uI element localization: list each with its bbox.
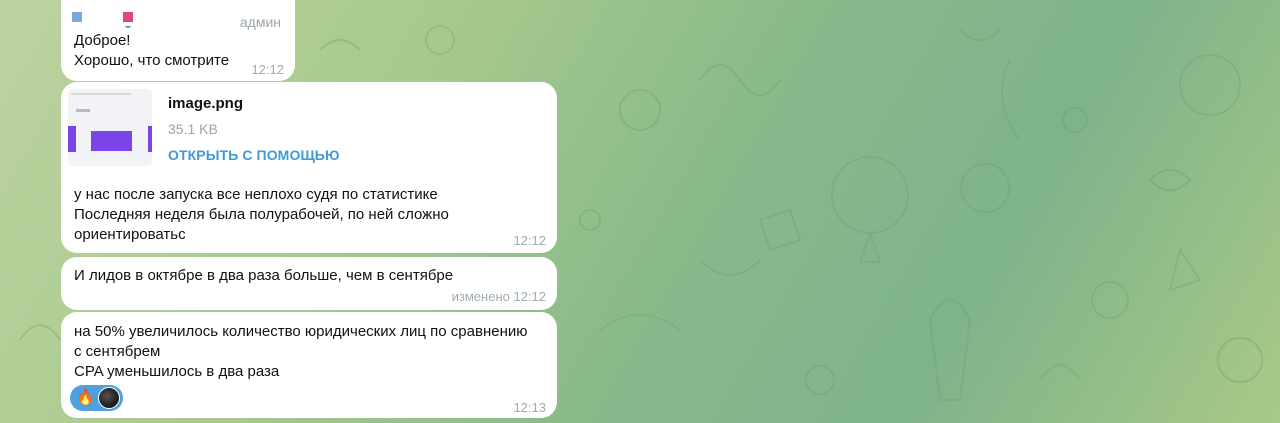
message-line: CPA уменьшилось в два раза: [74, 363, 280, 380]
thumbnail-text: [76, 109, 90, 112]
sender-avatar-icon: [125, 22, 131, 28]
fire-icon: 🔥: [76, 389, 95, 406]
message-line: ориентироватьс: [74, 226, 186, 243]
message-bubble[interactable]: И лидов в октябре в два раза больше, чем…: [61, 257, 557, 310]
file-name[interactable]: image.png: [168, 94, 243, 114]
message-timestamp: 12:12: [251, 62, 284, 77]
message-line: на 50% увеличилось количество юридически…: [74, 323, 528, 340]
message-line: у нас после запуска все неплохо судя по …: [74, 186, 438, 203]
message-timestamp: 12:13: [513, 400, 546, 415]
thumbnail-bar: [148, 126, 152, 152]
message-bubble[interactable]: админ Доброе! Хорошо, что смотрите 12:12: [61, 0, 295, 81]
message-text: на 50% увеличилось количество юридически…: [74, 322, 545, 382]
admin-role-label: админ: [239, 14, 281, 30]
message-line: с сентябрем: [74, 343, 161, 360]
message-text: у нас после запуска все неплохо судя по …: [74, 185, 545, 245]
file-thumbnail[interactable]: [68, 89, 152, 166]
message-line: Последняя неделя была полурабочей, по не…: [74, 206, 449, 223]
reaction-button[interactable]: 🔥: [70, 385, 123, 411]
message-line: Доброе!: [74, 32, 131, 49]
message-line: И лидов в октябре в два раза больше, чем…: [74, 267, 454, 284]
message-text: И лидов в октябре в два раза больше, чем…: [74, 266, 545, 286]
sender-avatar-icon: [123, 12, 133, 22]
reactor-avatar-icon: [98, 387, 120, 409]
sender-avatar-icon: [72, 12, 82, 22]
message-edited-timestamp: изменено 12:12: [451, 289, 546, 304]
message-bubble[interactable]: на 50% увеличилось количество юридически…: [61, 312, 557, 418]
message-timestamp: 12:12: [513, 233, 546, 248]
thumbnail-bar: [68, 126, 76, 152]
thumbnail-bar: [91, 131, 132, 151]
message-bubble[interactable]: image.png 35.1 KB ОТКРЫТЬ С ПОМОЩЬЮ у на…: [61, 82, 557, 253]
open-with-button[interactable]: ОТКРЫТЬ С ПОМОЩЬЮ: [168, 145, 340, 165]
thumbnail-line: [71, 93, 131, 95]
file-size: 35.1 KB: [168, 121, 218, 137]
